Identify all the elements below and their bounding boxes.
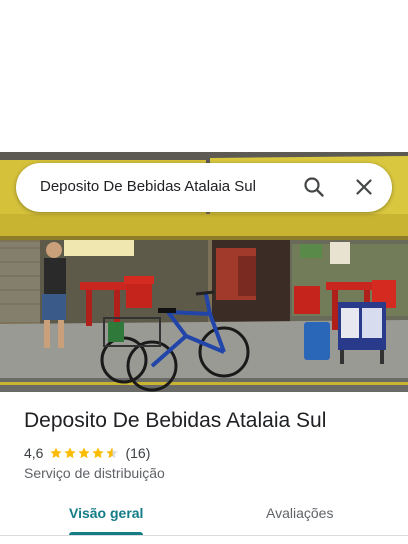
rating-row[interactable]: 4,6 (16) [24,444,150,462]
star-icon [64,447,77,459]
star-icon [92,447,105,459]
map-blank-area [0,0,408,152]
star-half-icon [106,447,119,459]
search-icon[interactable] [302,175,326,199]
tab-reviews[interactable]: Avaliações [266,505,333,521]
star-icon [50,447,63,459]
tabs-divider [0,535,408,536]
search-bar[interactable]: Deposito De Bebidas Atalaia Sul [16,163,392,212]
close-icon[interactable] [352,175,376,199]
place-name: Deposito De Bebidas Atalaia Sul [24,409,327,432]
place-category: Serviço de distribuição [24,465,165,481]
tab-overview[interactable]: Visão geral [69,505,143,521]
star-icon [78,447,91,459]
review-count[interactable]: (16) [125,445,150,461]
rating-value: 4,6 [24,445,44,461]
rating-stars [49,446,119,460]
search-query-text[interactable]: Deposito De Bebidas Atalaia Sul [40,178,256,195]
